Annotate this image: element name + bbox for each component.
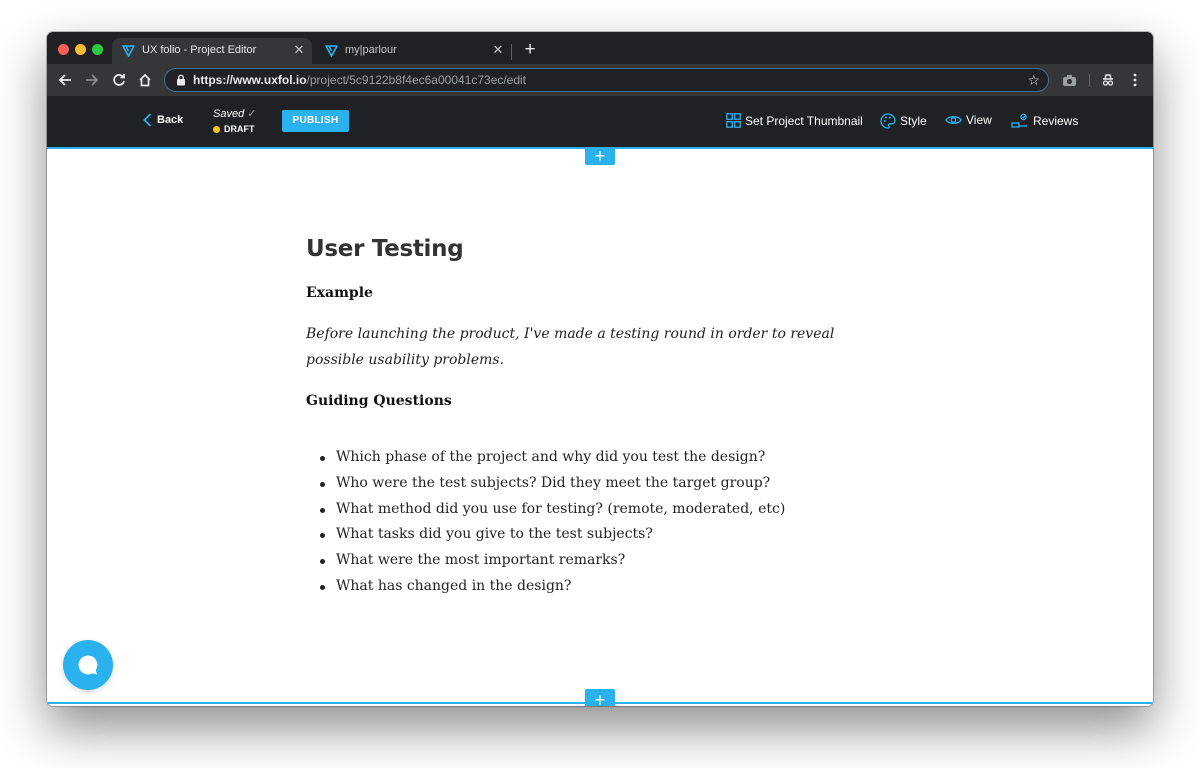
example-heading: Example — [306, 285, 373, 301]
home-button[interactable] — [134, 69, 156, 91]
back-button[interactable]: Back — [143, 113, 183, 127]
section-title: User Testing — [306, 236, 464, 262]
close-tab-icon[interactable]: ✕ — [491, 43, 505, 57]
publish-button[interactable]: PUBLISH — [282, 110, 349, 132]
list-item: What were the most important remarks? — [306, 548, 785, 574]
url-path: /project/5c9122b8f4ec6a00041c73ec/edit — [306, 73, 527, 87]
chevron-left-icon — [143, 113, 152, 127]
back-label: Back — [157, 114, 184, 126]
reviews-icon — [1011, 113, 1027, 128]
url-host: https://www.uxfol.io — [193, 73, 307, 87]
incognito-icon — [1102, 74, 1114, 86]
lock-icon — [177, 74, 185, 86]
uxfolio-logo-icon — [325, 45, 338, 57]
list-item: Which phase of the project and why did y… — [306, 445, 785, 471]
new-tab-button[interactable]: + — [521, 40, 539, 59]
list-item: Who were the test subjects? Did they mee… — [306, 471, 785, 497]
browser-menu-button[interactable] — [1125, 70, 1145, 90]
plus-icon: + — [594, 146, 606, 166]
editor-canvas: + User Testing Example Before launching … — [47, 147, 1153, 706]
grid-icon — [726, 113, 741, 128]
tab-my-parlour[interactable]: my|parlour ✕ — [315, 38, 511, 64]
tab-title: my|parlour — [345, 44, 397, 56]
forward-nav-button[interactable] — [81, 69, 103, 91]
reviews-label: Reviews — [1033, 113, 1079, 128]
view-label: View — [966, 113, 992, 127]
arrow-right-icon — [86, 74, 99, 86]
list-item: What has changed in the design? — [306, 574, 785, 600]
draft-label: DRAFT — [224, 124, 255, 134]
reload-button[interactable] — [108, 69, 130, 91]
list-item: What tasks did you give to the test subj… — [306, 522, 785, 548]
example-text: Before launching the product, I've made … — [306, 326, 835, 368]
draft-status: DRAFT — [213, 124, 255, 134]
bookmark-star-icon[interactable]: ☆ — [1027, 72, 1040, 88]
incognito-button[interactable] — [1098, 70, 1118, 90]
address-bar[interactable]: https://www.uxfol.io/project/5c9122b8f4e… — [164, 68, 1049, 92]
plus-icon: + — [594, 690, 606, 706]
browser-window: UX folio - Project Editor ✕ my|parlour ✕… — [47, 32, 1153, 706]
minimize-window-button[interactable] — [75, 44, 86, 55]
url-text: https://www.uxfol.io/project/5c9122b8f4e… — [193, 73, 526, 87]
back-nav-button[interactable] — [54, 69, 76, 91]
more-vertical-icon — [1133, 73, 1137, 87]
camera-extension-button[interactable] — [1059, 70, 1079, 90]
add-section-below-button[interactable]: + — [585, 689, 615, 706]
chat-bubble-icon — [78, 655, 98, 675]
style-label: Style — [900, 114, 927, 128]
close-tab-icon[interactable]: ✕ — [292, 43, 306, 57]
reload-icon — [113, 74, 125, 86]
guiding-questions-list: Which phase of the project and why did y… — [306, 445, 785, 600]
chat-widget-button[interactable] — [63, 640, 113, 690]
set-project-thumbnail-label: Set Project Thumbnail — [745, 113, 863, 128]
set-project-thumbnail-button[interactable]: Set Project Thumbnail — [726, 113, 863, 128]
browser-toolbar: https://www.uxfol.io/project/5c9122b8f4e… — [47, 64, 1153, 96]
palette-icon — [880, 113, 896, 129]
check-icon: ✓ — [247, 108, 257, 120]
view-button[interactable]: View — [945, 113, 992, 127]
arrow-left-icon — [58, 74, 71, 86]
add-section-above-button[interactable]: + — [585, 147, 615, 165]
guiding-questions-heading: Guiding Questions — [306, 393, 452, 409]
camera-icon — [1062, 74, 1076, 86]
home-icon — [139, 73, 151, 87]
tab-strip: UX folio - Project Editor ✕ my|parlour ✕… — [47, 32, 1153, 64]
tab-title: UX folio - Project Editor — [142, 44, 257, 56]
list-item: What method did you use for testing? (re… — [306, 497, 785, 523]
editor-header: Back Saved ✓ DRAFT PUBLISH Set Project Th… — [47, 96, 1153, 147]
uxfolio-logo-icon — [122, 45, 135, 57]
reviews-button[interactable]: Reviews — [1011, 113, 1078, 128]
toolbar-divider — [1089, 74, 1090, 87]
maximize-window-button[interactable] — [92, 44, 103, 55]
eye-icon — [945, 115, 962, 125]
save-status: Saved ✓ — [213, 107, 256, 120]
tab-divider — [511, 44, 512, 60]
draft-dot-icon — [213, 125, 220, 133]
close-window-button[interactable] — [58, 44, 69, 55]
tab-ux-folio-editor[interactable]: UX folio - Project Editor ✕ — [112, 38, 312, 64]
saved-label: Saved — [213, 108, 245, 120]
style-button[interactable]: Style — [880, 113, 927, 129]
